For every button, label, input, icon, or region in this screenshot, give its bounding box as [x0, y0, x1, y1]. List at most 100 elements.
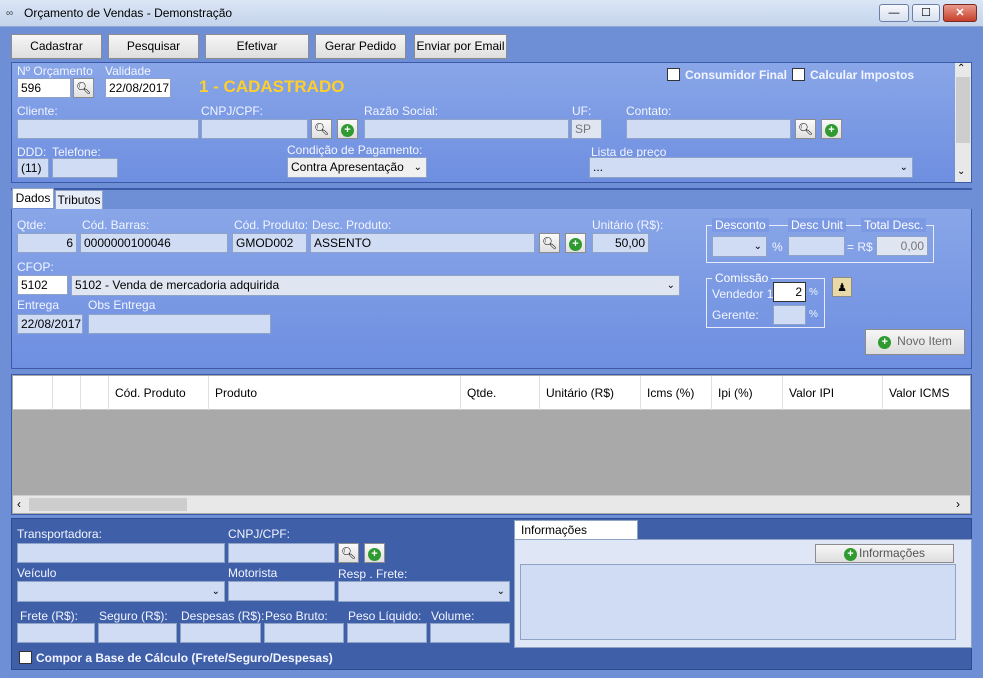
- contato-label: Contato:: [626, 104, 672, 118]
- scroll-up-icon[interactable]: ⌃: [957, 63, 965, 74]
- close-button[interactable]: ✕: [943, 4, 977, 22]
- novo-item-label: Novo Item: [897, 334, 952, 348]
- obs-entrega-field[interactable]: [88, 314, 271, 334]
- transp-cnpj-field[interactable]: [228, 543, 335, 563]
- add-contato-button[interactable]: +: [821, 119, 842, 139]
- veiculo-label: Veículo: [17, 566, 57, 580]
- efetivar-orcamento-button[interactable]: Efetivar Orçamento: [205, 34, 309, 76]
- cadastrar-button[interactable]: Cadastrar: [11, 34, 102, 59]
- add-transportadora-button[interactable]: +: [364, 543, 385, 563]
- info-adicionais-button[interactable]: +Informações Adicionais: [815, 544, 954, 577]
- info-adicionais-text[interactable]: [520, 564, 956, 640]
- entrega-field[interactable]: 22/08/2017: [17, 314, 83, 334]
- grid-col-ipi[interactable]: Ipi (%): [712, 376, 783, 410]
- transportadora-field[interactable]: [17, 543, 225, 563]
- validade-field[interactable]: 22/08/2017: [105, 78, 171, 98]
- unitario-field[interactable]: 50,00: [592, 233, 649, 253]
- ddd-label: DDD:: [17, 145, 47, 159]
- codprod-field[interactable]: GMOD002: [232, 233, 307, 253]
- header-scrollbar[interactable]: ⌃ ⌄: [955, 63, 971, 182]
- pesquisar-button[interactable]: Pesquisar: [108, 34, 199, 59]
- veiculo-select[interactable]: ⌄: [17, 581, 225, 602]
- comissao-users-button[interactable]: ♟: [832, 277, 852, 297]
- grid-col-0[interactable]: [13, 376, 53, 410]
- ddd-field[interactable]: (11): [17, 158, 49, 178]
- barras-field[interactable]: 0000000100046: [80, 233, 228, 253]
- vendedor-field[interactable]: 2: [773, 282, 806, 302]
- search-contato-button[interactable]: 🔍︎: [795, 119, 816, 139]
- grid-col-1[interactable]: [53, 376, 81, 410]
- seguro-field[interactable]: [98, 623, 177, 643]
- search-transportadora-button[interactable]: 🔍︎: [338, 543, 359, 563]
- telefone-field[interactable]: [52, 158, 118, 178]
- add-produto-button[interactable]: +: [565, 233, 586, 253]
- tab-strip-line: [11, 188, 972, 190]
- qtde-label: Qtde:: [17, 218, 47, 232]
- tab-dados[interactable]: Dados: [12, 188, 54, 208]
- consumidor-final-checkbox[interactable]: [667, 68, 680, 81]
- desc-unit-field[interactable]: [788, 236, 845, 256]
- maximize-button[interactable]: ☐: [912, 4, 940, 22]
- condicao-select[interactable]: Contra Apresentação ⌄: [287, 157, 427, 178]
- condicao-value: Contra Apresentação: [291, 160, 404, 174]
- resp-frete-label: Resp . Frete:: [338, 567, 408, 581]
- grid-col-unitario[interactable]: Unitário (R$): [540, 376, 641, 410]
- cliente-field[interactable]: [17, 119, 199, 139]
- add-cliente-button[interactable]: +: [337, 119, 358, 139]
- grid-col-qtde[interactable]: Qtde.: [461, 376, 540, 410]
- add-icon: +: [843, 548, 857, 561]
- calcular-impostos-checkbox[interactable]: [792, 68, 805, 81]
- desc-produto-field[interactable]: ASSENTO: [310, 233, 535, 253]
- search-produto-button[interactable]: 🔍︎: [539, 233, 560, 253]
- gerente-field[interactable]: [773, 305, 806, 325]
- search-orcamento-button[interactable]: 🔍︎: [73, 78, 94, 98]
- motorista-field[interactable]: [228, 581, 335, 601]
- cfop-select[interactable]: 5102 - Venda de mercadoria adquirida ⌄: [71, 275, 680, 296]
- orcamento-field[interactable]: 596: [17, 78, 71, 98]
- contato-field[interactable]: [626, 119, 791, 139]
- peso-bruto-field[interactable]: [264, 623, 344, 643]
- despesas-field[interactable]: [180, 623, 261, 643]
- grid-col-valor-ipi[interactable]: Valor IPI: [783, 376, 883, 410]
- lista-preco-select[interactable]: ... ⌄: [589, 157, 913, 178]
- codprod-label: Cód. Produto:: [234, 218, 309, 232]
- grid-scroll-thumb[interactable]: [29, 498, 187, 511]
- scroll-thumb[interactable]: [956, 77, 970, 143]
- search-cliente-button[interactable]: 🔍︎: [311, 119, 332, 139]
- grid-col-icms[interactable]: Icms (%): [641, 376, 712, 410]
- enviar-email-button[interactable]: Enviar por Email: [414, 34, 507, 59]
- grid-hscrollbar[interactable]: ‹ ›: [13, 495, 970, 513]
- gerar-pedido-button[interactable]: Gerar Pedido: [315, 34, 406, 59]
- desconto-select[interactable]: ⌄: [712, 236, 767, 257]
- grid-col-valor-icms[interactable]: Valor ICMS: [883, 376, 970, 410]
- peso-liquido-field[interactable]: [347, 623, 427, 643]
- scroll-right-icon[interactable]: ›: [956, 497, 960, 511]
- novo-item-button[interactable]: + Novo Item: [865, 329, 965, 355]
- razao-social-field[interactable]: [364, 119, 569, 139]
- grid-col-cod-produto[interactable]: Cód. Produto: [109, 376, 209, 410]
- title-bar: ∞ Orçamento de Vendas - Demonstração — ☐…: [0, 0, 983, 27]
- condicao-label: Condição de Pagamento:: [287, 143, 423, 157]
- tab-tributos[interactable]: Tributos: [55, 190, 103, 210]
- gerente-percent: %: [809, 309, 818, 320]
- total-desc-field[interactable]: 0,00: [876, 236, 928, 256]
- cfop-code-field[interactable]: 5102: [17, 275, 68, 295]
- compor-base-checkbox[interactable]: [19, 651, 32, 664]
- volume-field[interactable]: [430, 623, 510, 643]
- chevron-down-icon: ⌄: [496, 586, 505, 597]
- scroll-down-icon[interactable]: ⌄: [957, 166, 965, 177]
- minimize-button[interactable]: —: [879, 4, 909, 22]
- tab-informacoes-adicionais[interactable]: Informações Adicionais: [514, 520, 638, 555]
- grid-col-2[interactable]: [81, 376, 109, 410]
- qtde-field[interactable]: 6: [17, 233, 77, 253]
- grid-col-produto[interactable]: Produto: [209, 376, 461, 410]
- uf-field[interactable]: SP: [571, 119, 602, 139]
- resp-frete-select[interactable]: ⌄: [338, 581, 510, 602]
- frete-field[interactable]: [17, 623, 95, 643]
- cnpj-field[interactable]: [201, 119, 308, 139]
- cnpj-label: CNPJ/CPF:: [201, 104, 264, 118]
- search-icon: 🔍︎: [313, 122, 330, 136]
- peso-bruto-label: Peso Bruto:: [265, 609, 328, 623]
- scroll-left-icon[interactable]: ‹: [17, 497, 21, 511]
- total-desc-caption: Total Desc.: [861, 218, 927, 232]
